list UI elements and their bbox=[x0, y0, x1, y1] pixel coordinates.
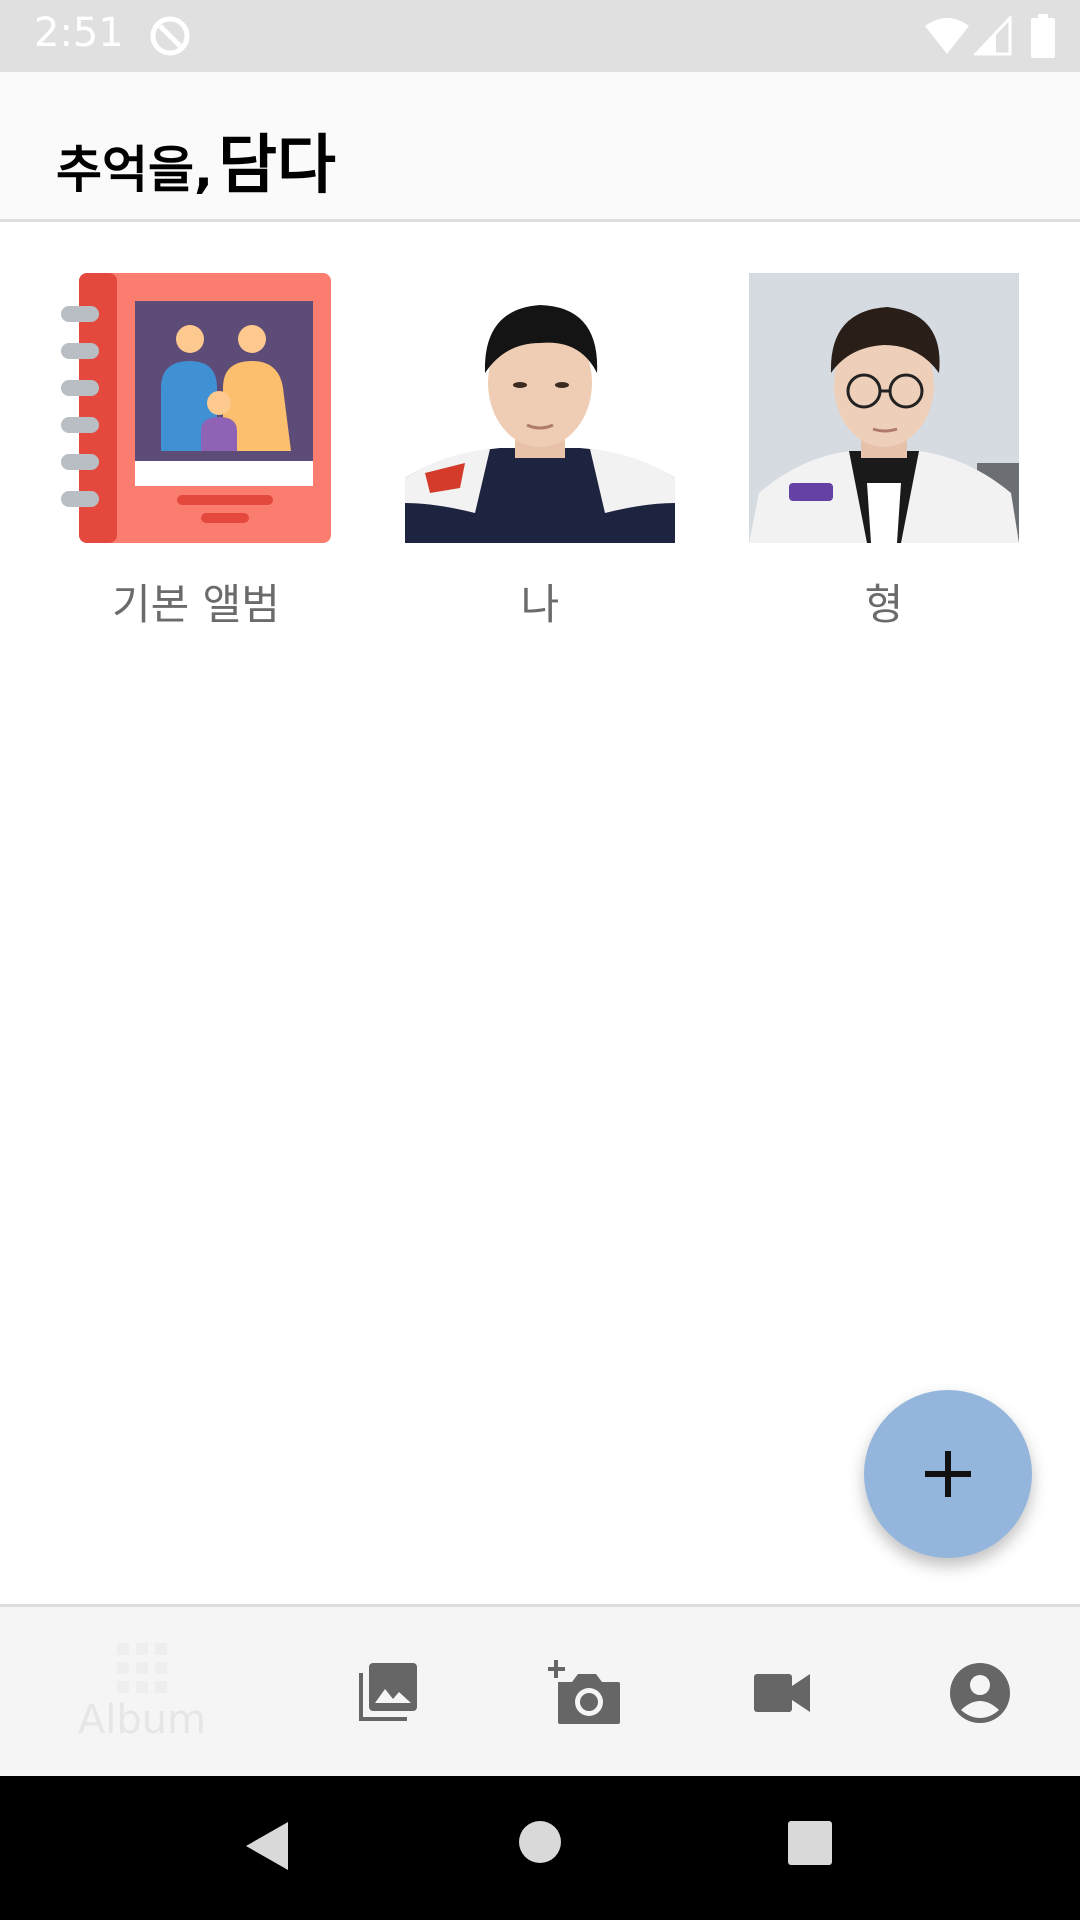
notification-icon bbox=[150, 16, 190, 56]
photo-library-icon bbox=[359, 1663, 417, 1721]
system-navigation-bar bbox=[0, 1776, 1080, 1920]
person-photo-glasses bbox=[749, 273, 1019, 543]
bottom-navigation: Album bbox=[0, 1604, 1080, 1776]
grid-icon bbox=[117, 1643, 167, 1693]
album-item-brother[interactable]: 형 bbox=[749, 273, 1019, 632]
nav-item-gallery[interactable] bbox=[337, 1607, 437, 1779]
back-icon[interactable] bbox=[244, 1820, 290, 1872]
album-item-me[interactable]: 나 bbox=[405, 273, 675, 632]
nav-item-album[interactable]: Album bbox=[62, 1607, 222, 1779]
status-bar: 2:51 bbox=[0, 0, 1080, 72]
recents-icon[interactable] bbox=[787, 1820, 833, 1866]
nav-item-video[interactable] bbox=[733, 1607, 833, 1779]
album-label: 형 bbox=[864, 580, 904, 629]
album-item-default[interactable]: 기본 앨범 bbox=[61, 273, 331, 632]
home-icon[interactable] bbox=[518, 1820, 562, 1864]
nav-item-camera[interactable] bbox=[535, 1607, 635, 1779]
battery-icon bbox=[1031, 14, 1055, 58]
app-bar: 추억을, 담다 bbox=[0, 72, 1080, 222]
app-title: 추억을, 담다 bbox=[56, 114, 336, 206]
add-album-button[interactable] bbox=[864, 1390, 1032, 1558]
add-camera-icon bbox=[548, 1660, 620, 1724]
photo-album-icon bbox=[61, 273, 331, 543]
signal-icon bbox=[974, 16, 1012, 56]
video-camera-icon bbox=[754, 1674, 810, 1712]
plus-icon bbox=[925, 1451, 971, 1497]
album-label: 나 bbox=[520, 580, 560, 629]
app-title-part1: 추억을, bbox=[56, 141, 213, 199]
app-title-part2: 담다 bbox=[218, 129, 336, 203]
nav-item-album-label: Album bbox=[77, 1697, 207, 1743]
wifi-icon bbox=[925, 18, 969, 54]
album-label: 기본 앨범 bbox=[112, 580, 280, 629]
person-photo bbox=[405, 273, 675, 543]
nav-item-profile[interactable] bbox=[930, 1607, 1030, 1779]
account-circle-icon bbox=[950, 1663, 1010, 1723]
status-time: 2:51 bbox=[34, 10, 124, 56]
